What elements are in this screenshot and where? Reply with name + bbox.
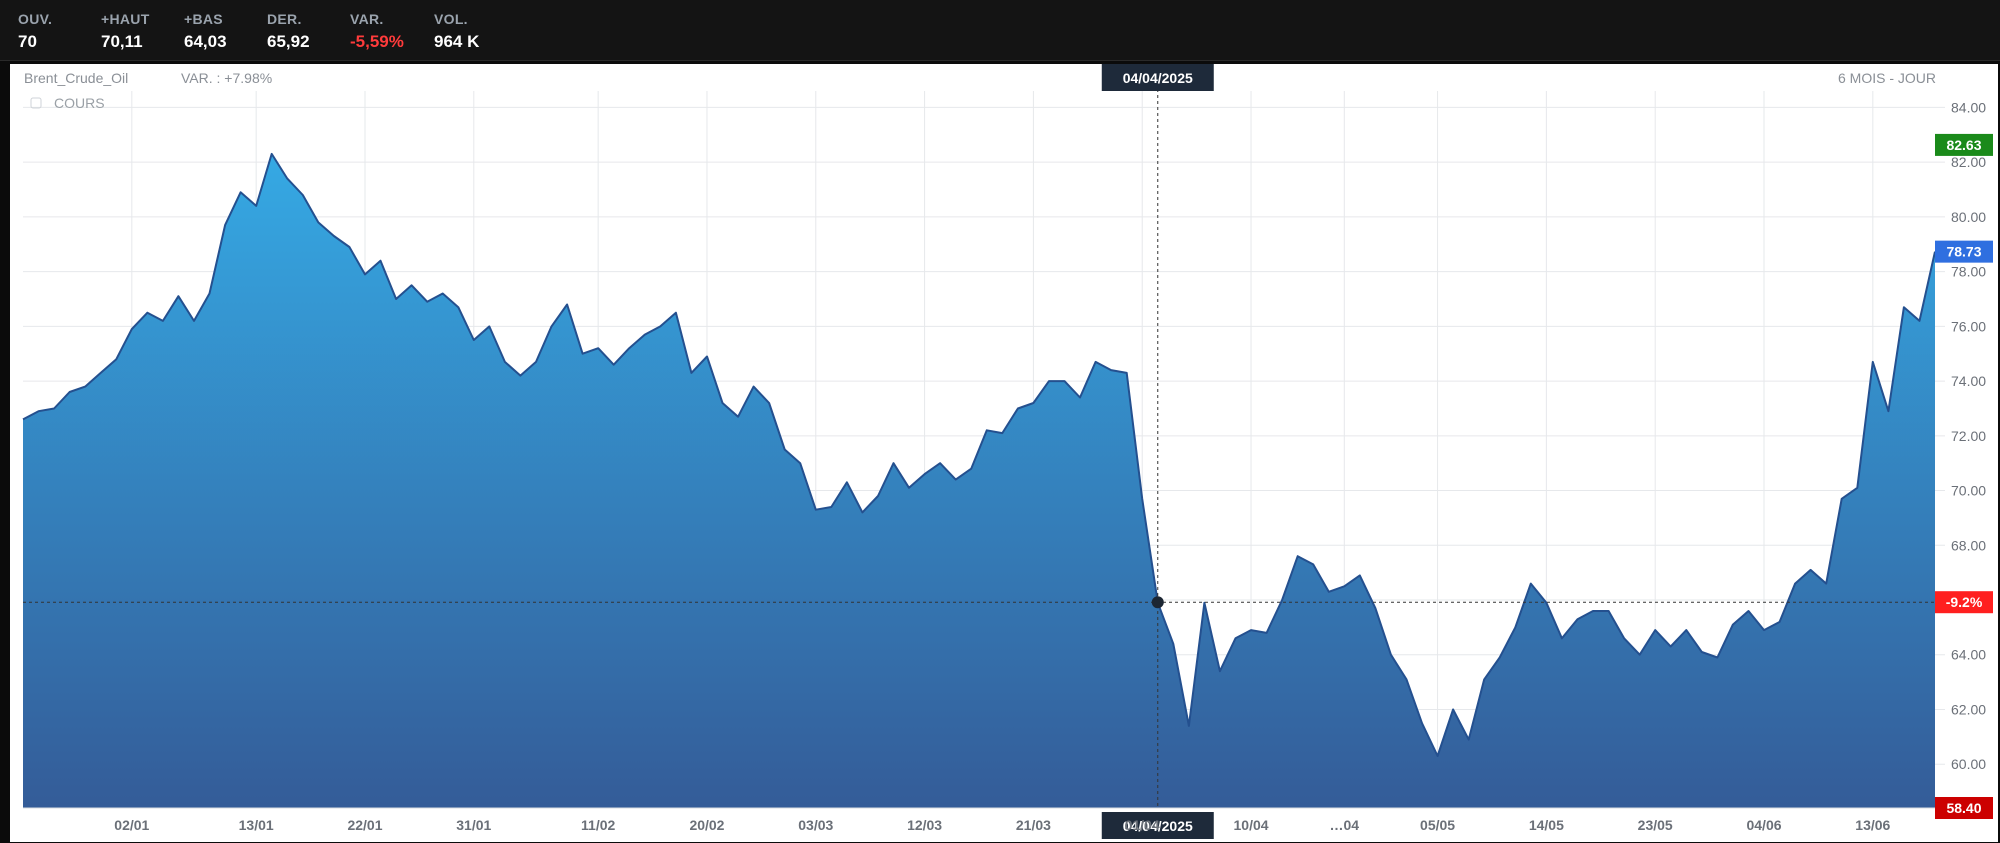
price-chart[interactable]: 04/04/202504/04/2025 84.0082.0080.0078.0… <box>10 64 1998 842</box>
y-tick-label: 80.00 <box>1951 209 1986 225</box>
stat-high: +HAUT 70,11 <box>101 11 150 52</box>
crosshair-marker <box>1151 596 1164 609</box>
stat-volume-value: 964 K <box>434 32 480 51</box>
y-tick-label: 82.00 <box>1951 154 1986 170</box>
y-tick-label: 70.00 <box>1951 483 1986 499</box>
x-tick-label: 13/01 <box>239 817 274 833</box>
y-tick-label: 68.00 <box>1951 537 1986 553</box>
y-tick-label: 64.00 <box>1951 647 1986 663</box>
stat-open-value: 70 <box>18 32 37 51</box>
x-tick-label: 20/02 <box>689 817 724 833</box>
x-tick-label: 03/03 <box>798 817 833 833</box>
x-tick-label: 21/03 <box>1016 817 1051 833</box>
x-tick-label: 01/04 <box>1125 817 1160 833</box>
quote-header: OUV. 70 +HAUT 70,11 +BAS 64,03 DER. 65,9… <box>0 0 2000 61</box>
y-tick-label: 76.00 <box>1951 318 1986 334</box>
stat-high-value: 70,11 <box>101 32 143 51</box>
x-tick-label: 31/01 <box>456 817 491 833</box>
stat-last-label: DER. <box>267 11 302 27</box>
y-tick-label: 84.00 <box>1951 99 1986 115</box>
badge-high: 82.63 <box>1946 137 1981 153</box>
stat-variation-label: VAR. <box>350 11 384 27</box>
x-tick-label: 10/04 <box>1234 817 1269 833</box>
stat-variation-value: -5,59% <box>350 32 404 51</box>
x-tick-label: 11/02 <box>581 817 615 833</box>
chart-panel[interactable]: 04/04/2025 04/04/2025 84.00 82.00 80.00 78.0… <box>10 64 1998 842</box>
badge-cursor: -9.2% <box>1946 594 1983 610</box>
x-tick-label: 23/05 <box>1638 817 1673 833</box>
period-label[interactable]: 6 MOIS - JOUR <box>1838 70 1936 86</box>
stat-low-value: 64,03 <box>184 32 227 51</box>
x-tick-label: 14/05 <box>1529 817 1564 833</box>
symbol-label: Brent_Crude_Oil <box>24 70 128 86</box>
stat-last-value: 65,92 <box>267 32 310 51</box>
stat-last: DER. 65,92 <box>267 11 310 52</box>
x-tick-label: 02/01 <box>114 817 149 833</box>
y-axis: 84.00 82.00 80.00 78.00 76.00 74.00 72.00 70.00… <box>1951 99 1986 772</box>
stat-low-label: +BAS <box>184 11 223 27</box>
badge-last: 78.73 <box>1946 244 1981 260</box>
stat-high-label: +HAUT <box>101 11 150 27</box>
x-tick-label: 22/01 <box>347 817 382 833</box>
y-tick-label: 78.00 <box>1951 264 1986 280</box>
stat-volume: VOL. 964 K <box>434 11 479 52</box>
x-tick-label: …04 <box>1330 817 1360 833</box>
x-axis: 02/01 13/01 22/01 31/01 11/02 20/02 03/03 12/03… <box>23 807 1935 833</box>
x-tick-label: 04/06 <box>1746 817 1781 833</box>
variation-label: VAR. : +7.98% <box>181 70 272 86</box>
stat-volume-label: VOL. <box>434 11 468 27</box>
crosshair-date-top: 04/04/2025 <box>1123 70 1193 86</box>
x-tick-label: 12/03 <box>907 817 942 833</box>
y-tick-label: 72.00 <box>1951 428 1986 444</box>
stat-variation: VAR. -5,59% <box>350 11 404 52</box>
x-tick-label: 13/06 <box>1855 817 1890 833</box>
x-tick-label: 05/05 <box>1420 817 1455 833</box>
y-tick-label: 74.00 <box>1951 373 1986 389</box>
badge-low: 58.40 <box>1946 800 1981 816</box>
stat-open-label: OUV. <box>18 11 53 27</box>
legend-cours[interactable]: COURS <box>54 95 105 111</box>
y-tick-label: 62.00 <box>1951 701 1986 717</box>
stat-low: +BAS 64,03 <box>184 11 227 52</box>
y-tick-label: 60.00 <box>1951 756 1986 772</box>
stat-open: OUV. 70 <box>18 11 52 52</box>
